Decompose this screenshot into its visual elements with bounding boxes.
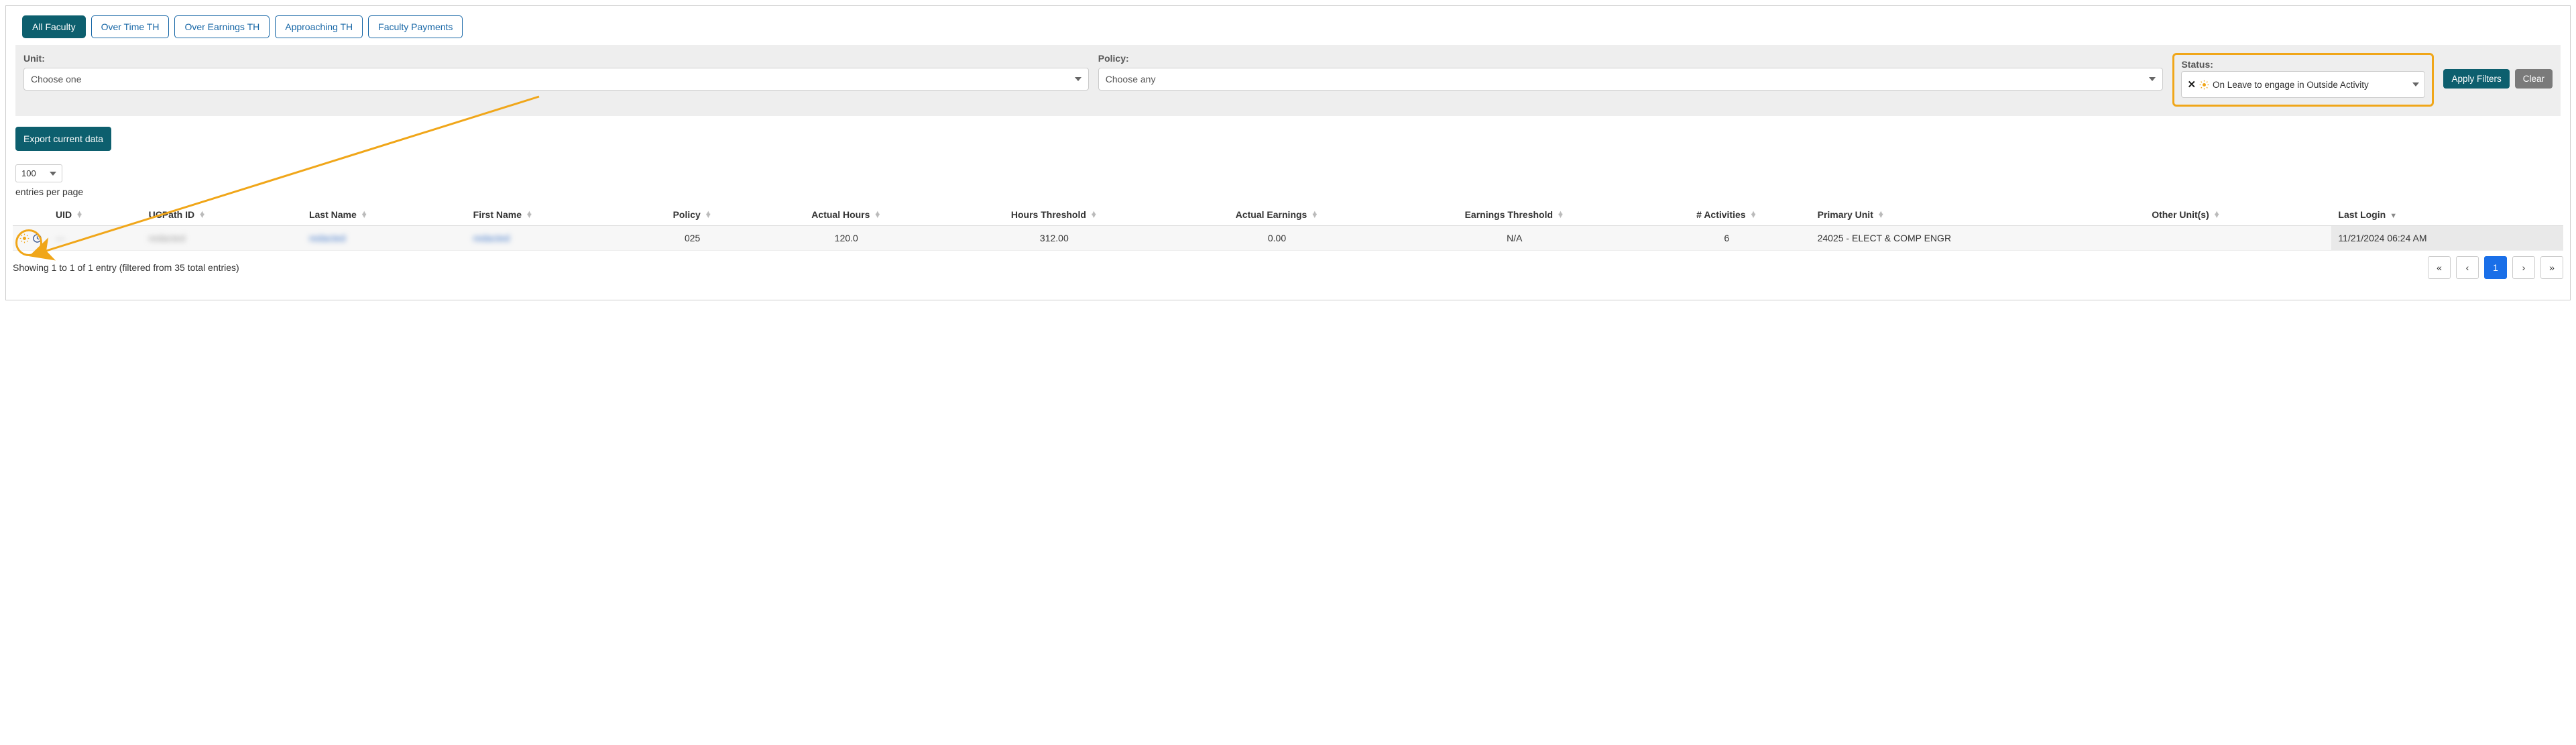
col-uid[interactable]: UID xyxy=(49,204,142,226)
sort-icon xyxy=(526,212,533,217)
sort-icon xyxy=(1090,212,1098,217)
status-chip: ✕ On Leave to engage in Outside Activity xyxy=(2187,78,2368,91)
sun-icon xyxy=(2199,80,2209,90)
col-hours-threshold[interactable]: Hours Threshold xyxy=(941,204,1167,226)
page-last-button[interactable]: » xyxy=(2540,256,2563,279)
col-actual-earnings[interactable]: Actual Earnings xyxy=(1168,204,1387,226)
page-size-select[interactable]: 100 xyxy=(15,164,62,182)
cell-actual-earnings: 0.00 xyxy=(1168,226,1387,251)
col-activities[interactable]: # Activities xyxy=(1643,204,1811,226)
table-info: Showing 1 to 1 of 1 entry (filtered from… xyxy=(13,262,239,273)
export-button[interactable]: Export current data xyxy=(15,127,111,151)
sort-icon xyxy=(874,212,881,217)
page-size-suffix: entries per page xyxy=(15,186,2563,197)
policy-label: Policy: xyxy=(1098,53,2164,64)
page-size-control: 100 entries per page xyxy=(15,164,2563,197)
sort-icon xyxy=(2213,212,2221,217)
page-first-button[interactable]: « xyxy=(2428,256,2451,279)
cell-other-units xyxy=(2145,226,2331,251)
sort-icon xyxy=(1877,212,1885,217)
page-number-button[interactable]: 1 xyxy=(2484,256,2507,279)
sort-icon xyxy=(1750,212,1757,217)
table-footer: Showing 1 to 1 of 1 entry (filtered from… xyxy=(13,256,2563,279)
col-first-name[interactable]: First Name xyxy=(467,204,633,226)
chevron-down-icon xyxy=(50,172,56,176)
filter-actions: Apply Filters Clear xyxy=(2443,69,2553,89)
tab-all-faculty[interactable]: All Faculty xyxy=(22,15,86,38)
chevron-down-icon xyxy=(2412,82,2419,87)
unit-label: Unit: xyxy=(23,53,1089,64)
cell-primary-unit: 24025 - ELECT & COMP ENGR xyxy=(1811,226,2146,251)
sort-icon xyxy=(76,212,83,217)
cell-last-name[interactable]: redacted xyxy=(302,226,467,251)
col-actual-hours[interactable]: Actual Hours xyxy=(752,204,941,226)
page-prev-button[interactable]: ‹ xyxy=(2456,256,2479,279)
chevron-down-icon xyxy=(2149,77,2156,81)
cell-first-name[interactable]: redacted xyxy=(467,226,633,251)
col-primary-unit[interactable]: Primary Unit xyxy=(1811,204,2146,226)
col-ucpath-id[interactable]: UCPath ID xyxy=(142,204,302,226)
policy-filter: Policy: Choose any xyxy=(1098,53,2164,91)
unit-select-value: Choose one xyxy=(31,74,82,84)
cell-policy: 025 xyxy=(633,226,752,251)
col-policy[interactable]: Policy xyxy=(633,204,752,226)
policy-select-value: Choose any xyxy=(1106,74,1156,84)
status-filter-highlight: Status: ✕ On Leave to engage in Outside … xyxy=(2172,53,2434,107)
col-other-units[interactable]: Other Unit(s) xyxy=(2145,204,2331,226)
cell-last-login: 11/21/2024 06:24 AM xyxy=(2331,226,2563,251)
chip-remove-icon[interactable]: ✕ xyxy=(2187,78,2196,91)
tab-over-earnings-th[interactable]: Over Earnings TH xyxy=(174,15,270,38)
clear-filters-button[interactable]: Clear xyxy=(2515,69,2553,89)
policy-select[interactable]: Choose any xyxy=(1098,68,2164,91)
page-next-button[interactable]: › xyxy=(2512,256,2535,279)
faculty-table: UID UCPath ID Last Name First Name Polic… xyxy=(13,204,2563,251)
tab-over-time-th[interactable]: Over Time TH xyxy=(91,15,170,38)
filter-bar: Unit: Choose one Policy: Choose any Stat… xyxy=(15,45,2561,116)
tab-approaching-th[interactable]: Approaching TH xyxy=(275,15,363,38)
status-cell xyxy=(19,233,42,243)
col-earnings-threshold[interactable]: Earnings Threshold xyxy=(1387,204,1643,226)
cell-hours-threshold: 312.00 xyxy=(941,226,1167,251)
status-chip-label: On Leave to engage in Outside Activity xyxy=(2213,80,2369,90)
sun-icon xyxy=(19,233,30,243)
cell-ucpath-id: redacted xyxy=(142,226,302,251)
clock-icon xyxy=(32,233,42,243)
sort-icon xyxy=(705,212,712,217)
page-size-value: 100 xyxy=(21,168,36,178)
col-last-name[interactable]: Last Name xyxy=(302,204,467,226)
cell-activities: 6 xyxy=(1643,226,1811,251)
cell-earnings-threshold: N/A xyxy=(1387,226,1643,251)
unit-filter: Unit: Choose one xyxy=(23,53,1089,91)
sort-icon xyxy=(198,212,206,217)
sort-icon xyxy=(361,212,368,217)
unit-select[interactable]: Choose one xyxy=(23,68,1089,91)
sort-icon xyxy=(1311,212,1318,217)
pagination: « ‹ 1 › » xyxy=(2428,256,2563,279)
tab-faculty-payments[interactable]: Faculty Payments xyxy=(368,15,463,38)
table-row[interactable]: — redacted redacted redacted 025 120.0 3… xyxy=(13,226,2563,251)
chevron-down-icon xyxy=(1075,77,1081,81)
col-last-login[interactable]: Last Login▼ xyxy=(2331,204,2563,226)
col-status[interactable] xyxy=(13,204,49,226)
apply-filters-button[interactable]: Apply Filters xyxy=(2443,69,2509,89)
status-label: Status: xyxy=(2181,59,2213,70)
status-select[interactable]: ✕ On Leave to engage in Outside Activity xyxy=(2181,71,2425,98)
sort-desc-icon: ▼ xyxy=(2390,212,2397,220)
cell-uid: — xyxy=(49,226,142,251)
tabs-bar: All Faculty Over Time TH Over Earnings T… xyxy=(22,15,2563,38)
cell-actual-hours: 120.0 xyxy=(752,226,941,251)
sort-icon xyxy=(1557,212,1564,217)
